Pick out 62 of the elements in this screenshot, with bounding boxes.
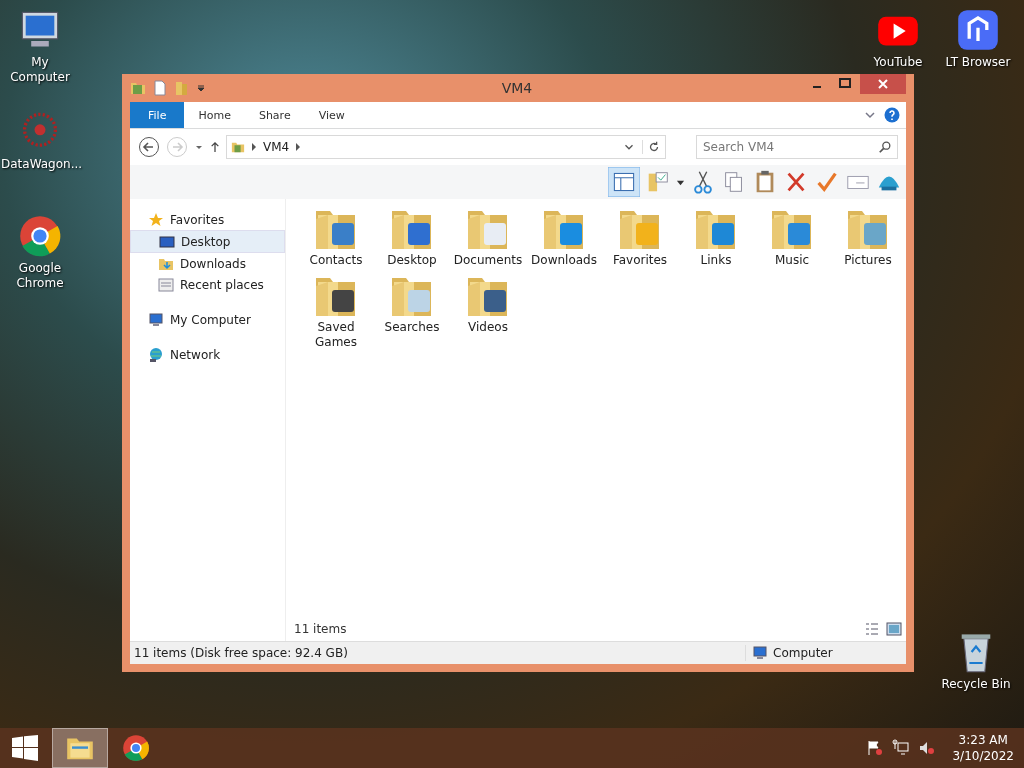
nav-item[interactable]: Favorites [130, 209, 285, 230]
flag-icon[interactable] [866, 739, 885, 757]
help-icon[interactable] [884, 107, 900, 123]
folder-item[interactable]: Documents [450, 205, 526, 268]
chrome-icon [120, 732, 152, 764]
breadcrumb-arrow-icon [295, 143, 302, 151]
folder-item[interactable]: Favorites [602, 205, 678, 268]
nav-item[interactable]: Downloads [130, 253, 285, 274]
monitor-icon [159, 233, 175, 250]
back-icon[interactable] [138, 136, 160, 158]
nav-item[interactable]: Desktop [130, 230, 285, 253]
clock-time[interactable]: 3:23 AM [958, 732, 1008, 748]
clock-date[interactable]: 3/10/2022 [952, 748, 1014, 764]
document-icon[interactable] [152, 80, 168, 96]
search-field[interactable]: Search VM4 [696, 135, 898, 159]
chrome-icon[interactable] [18, 214, 62, 258]
folder-item[interactable]: Contacts [298, 205, 374, 268]
folder-item[interactable]: Pictures [830, 205, 906, 268]
file-explorer-taskbar-button[interactable] [52, 728, 108, 768]
search-icon[interactable] [878, 140, 892, 154]
computer-icon [148, 311, 164, 328]
desktop-icon-label[interactable]: LT Browser [945, 55, 1011, 70]
ribbon-tab[interactable]: View [304, 102, 359, 128]
nav-item[interactable]: Recent places [130, 274, 285, 295]
item-count: 11 items [294, 622, 347, 636]
app-logo-icon[interactable] [956, 8, 1000, 52]
folder-item[interactable]: Videos [450, 272, 526, 350]
status-location: Computer [773, 646, 833, 660]
computer-icon [752, 645, 768, 661]
recent-places-icon [158, 276, 174, 293]
large-icons-view-icon[interactable] [886, 621, 902, 637]
breadcrumb[interactable]: VM4 [263, 140, 290, 154]
preview-pane-icon[interactable] [608, 167, 640, 197]
folder-item[interactable]: Downloads [526, 205, 602, 268]
folder-item[interactable]: Desktop [374, 205, 450, 268]
nav-item[interactable]: My Computer [130, 309, 285, 330]
folder-item[interactable]: Saved Games [298, 272, 374, 350]
close-icon[interactable] [860, 74, 906, 94]
network-icon[interactable] [892, 739, 911, 757]
desktop-icon-label[interactable]: Google Chrome [1, 261, 79, 291]
ribbon-tab[interactable]: Home [184, 102, 245, 128]
desktop-icon-label[interactable]: DataWagon... [1, 157, 79, 172]
status-text: 11 items (Disk free space: 92.4 GB) [134, 646, 348, 660]
breadcrumb-arrow-icon [251, 143, 257, 151]
folder-item[interactable]: Music [754, 205, 830, 268]
address-bar[interactable]: VM4 [226, 135, 666, 159]
window-title: VM4 [500, 80, 534, 96]
star-icon [148, 211, 164, 228]
folder-item[interactable]: Links [678, 205, 754, 268]
desktop-icon-label[interactable]: Recycle Bin [941, 677, 1011, 692]
up-arrow-icon[interactable] [210, 140, 220, 154]
refresh-icon[interactable] [642, 140, 661, 154]
dropdown-icon[interactable] [196, 83, 206, 93]
windows-logo-icon[interactable] [12, 735, 38, 761]
ribbon-tab[interactable]: Share [244, 102, 305, 128]
globe-icon [148, 346, 164, 363]
folder-item[interactable]: Searches [374, 272, 450, 350]
desktop-icon-label[interactable]: YouTube [873, 55, 923, 70]
ribbon-tab[interactable]: File [130, 102, 185, 128]
desktop-icon-label[interactable]: My Computer [1, 55, 79, 85]
folder-icon [231, 140, 245, 154]
nav-item[interactable]: Network [130, 344, 285, 365]
